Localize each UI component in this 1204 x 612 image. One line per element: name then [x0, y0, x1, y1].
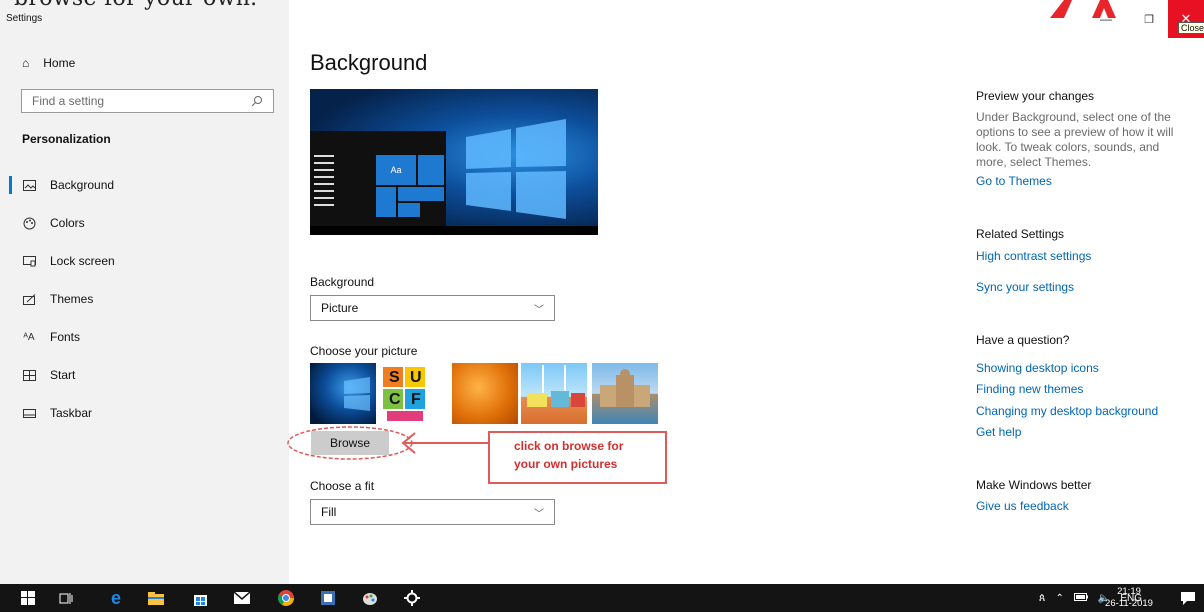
lock-screen-icon	[22, 254, 36, 268]
background-dropdown-value: Picture	[321, 301, 359, 315]
sidebar-item-fonts[interactable]: ᴬA Fonts	[22, 327, 80, 347]
preview-heading: Preview your changes	[976, 89, 1095, 103]
clock[interactable]: 21:19 26-11-2019	[1104, 586, 1154, 610]
get-help-link[interactable]: Get help	[976, 425, 1021, 439]
preview-tile: Aa	[376, 155, 416, 185]
help-link[interactable]: Finding new themes	[976, 382, 1083, 396]
taskbar-icon	[22, 406, 36, 420]
thumb-letter: U	[410, 369, 422, 386]
sidebar-item-lock-screen[interactable]: Lock screen	[22, 251, 115, 271]
callout-line: your own pictures	[514, 457, 618, 471]
high-contrast-link[interactable]: High contrast settings	[976, 249, 1091, 263]
store-icon[interactable]	[190, 588, 210, 608]
paint-icon[interactable]	[360, 588, 380, 608]
font-icon: ᴬA	[23, 331, 35, 343]
sidebar-item-background[interactable]: Background	[22, 175, 114, 195]
start-icon	[22, 368, 36, 382]
sidebar-item-label: Colors	[50, 216, 85, 230]
chevron-down-icon: ﹀	[534, 304, 544, 316]
sidebar-item-label: Background	[50, 178, 115, 192]
overlay-caption: browse for your own.	[14, 0, 257, 11]
palette-icon	[22, 216, 36, 230]
sidebar-item-colors[interactable]: Colors	[22, 213, 85, 233]
notification-icon[interactable]	[1180, 590, 1196, 606]
taskbar: e ጰ ⌃ 🔈 ENG 21:19 26-11-2019	[0, 584, 1204, 612]
feedback-link[interactable]: Give us feedback	[976, 499, 1069, 513]
sidebar-item-label: Themes	[50, 292, 94, 306]
mail-icon[interactable]	[232, 588, 252, 608]
clock-time: 21:19	[1117, 586, 1141, 597]
background-label: Background	[310, 275, 375, 289]
help-link[interactable]: Changing my desktop background	[976, 404, 1158, 418]
picture-thumbnail[interactable]	[452, 363, 518, 424]
page-title: Background	[310, 50, 428, 75]
app-icon[interactable]	[318, 588, 338, 608]
settings-gear-icon[interactable]	[402, 588, 422, 608]
thumb-letter: S	[389, 369, 400, 386]
brush-icon	[22, 292, 36, 306]
search-placeholder: Find a setting	[32, 94, 105, 108]
help-link[interactable]: Showing desktop icons	[976, 361, 1099, 375]
people-icon[interactable]: ጰ	[1039, 592, 1046, 605]
sidebar-item-label: Fonts	[50, 330, 81, 344]
sidebar-item-label: Lock screen	[50, 254, 115, 268]
background-dropdown[interactable]: Picture ﹀	[310, 295, 555, 321]
callout-line: click on browse for	[514, 439, 624, 453]
go-to-themes-link[interactable]: Go to Themes	[976, 174, 1052, 188]
annotation-callout: click on browse for your own pictures	[488, 431, 667, 484]
make-windows-better-heading: Make Windows better	[976, 478, 1092, 492]
active-indicator	[9, 176, 12, 194]
clock-date: 26-11-2019	[1105, 598, 1153, 609]
preview-description: Under Background, select one of the opti…	[976, 110, 1174, 169]
chrome-icon[interactable]	[276, 588, 296, 608]
picture-thumbnail[interactable]: S U C F	[381, 363, 447, 424]
picture-icon	[22, 178, 36, 192]
search-input[interactable]: Find a setting	[21, 89, 274, 113]
chevron-down-icon: ﹀	[534, 508, 544, 520]
windows-start-icon[interactable]	[18, 588, 38, 608]
home-icon: ⌂	[22, 56, 30, 70]
choose-fit-label: Choose a fit	[310, 479, 375, 493]
file-explorer-icon[interactable]	[146, 588, 166, 608]
fit-dropdown[interactable]: Fill ﹀	[310, 499, 555, 525]
question-heading: Have a question?	[976, 333, 1070, 347]
annotation-arrow	[401, 432, 491, 454]
section-title: Personalization	[22, 132, 111, 146]
fit-dropdown-value: Fill	[321, 505, 337, 519]
picture-thumbnail[interactable]	[521, 363, 587, 424]
edge-browser-icon[interactable]: e	[106, 588, 126, 608]
sidebar-item-start[interactable]: Start	[22, 365, 75, 385]
thumb-letter: C	[389, 391, 401, 408]
window-title: Settings	[6, 13, 43, 24]
picture-thumbnail[interactable]	[592, 363, 658, 424]
background-preview: Aa	[310, 89, 598, 235]
search-icon	[251, 96, 262, 107]
picture-thumbnail[interactable]	[310, 363, 376, 424]
overlay-logo	[1050, 0, 1116, 18]
sidebar-item-label: Start	[50, 368, 76, 382]
sync-settings-link[interactable]: Sync your settings	[976, 280, 1074, 294]
browse-button[interactable]: Browse	[311, 431, 389, 455]
sidebar-item-label: Taskbar	[50, 406, 93, 420]
choose-picture-label: Choose your picture	[310, 344, 418, 358]
windows-logo-light	[466, 119, 566, 219]
task-view-icon[interactable]	[56, 588, 76, 608]
chevron-up-icon[interactable]: ⌃	[1055, 593, 1063, 604]
close-tooltip: Close	[1178, 22, 1204, 34]
nav-home-label: Home	[43, 56, 76, 70]
sidebar-item-taskbar[interactable]: Taskbar	[22, 403, 92, 423]
sidebar: Settings ⌂ Home Find a setting Personali…	[0, 0, 289, 584]
nav-home[interactable]: ⌂ Home	[22, 56, 75, 70]
related-settings-heading: Related Settings	[976, 227, 1065, 241]
thumb-letter: F	[411, 391, 421, 408]
sidebar-item-themes[interactable]: Themes	[22, 289, 93, 309]
battery-icon[interactable]	[1073, 592, 1088, 604]
